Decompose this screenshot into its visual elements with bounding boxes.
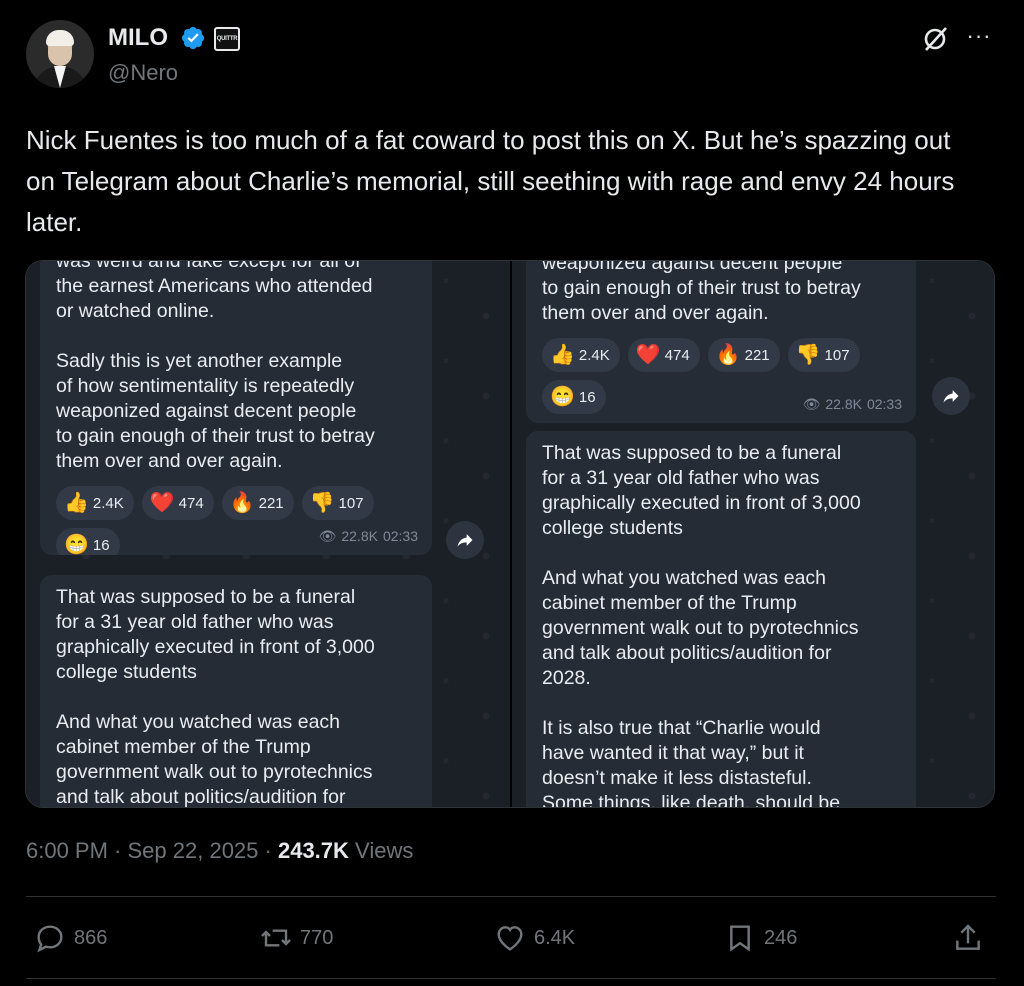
tweet-text: Nick Fuentes is too much of a fat coward… xyxy=(26,125,955,237)
message-time: 02:33 xyxy=(382,528,418,544)
views-label: Views xyxy=(355,838,414,863)
thumbs-down-icon: 👎 xyxy=(309,492,335,514)
reply-count: 866 xyxy=(74,926,108,949)
reaction-heart[interactable]: ❤️ 474 xyxy=(627,338,700,372)
affiliate-badge[interactable]: QUITTR xyxy=(214,27,240,51)
heart-icon: ❤️ xyxy=(149,492,175,514)
forward-arrow-icon xyxy=(457,534,473,547)
author-avatar[interactable] xyxy=(26,20,94,88)
repost-count: 770 xyxy=(300,926,334,949)
message-bubble: weaponized against decent people to gain… xyxy=(526,261,916,423)
grin-icon: 😁 xyxy=(550,386,575,408)
reply-button[interactable]: 866 xyxy=(34,922,107,954)
reaction-thumbs-down[interactable]: 👎 107 xyxy=(301,486,374,520)
forward-arrow-icon xyxy=(943,390,959,403)
fire-icon: 🔥 xyxy=(229,492,255,514)
reaction-fire[interactable]: 🔥 221 xyxy=(221,486,294,520)
repost-button[interactable]: 770 xyxy=(260,922,333,954)
tweet-media[interactable]: was weird and fake except for all of the… xyxy=(25,260,995,808)
eye-icon: 👁 xyxy=(802,396,821,412)
message-text: was weird and fake except for all of the… xyxy=(56,261,375,472)
view-count: 22.8K xyxy=(341,528,378,544)
grin-icon: 😁 xyxy=(64,534,89,555)
like-count: 6.4K xyxy=(534,926,576,949)
thumbs-up-icon: 👍 xyxy=(550,344,575,366)
grok-icon[interactable] xyxy=(920,24,950,54)
more-options-icon[interactable]: ··· xyxy=(964,24,994,54)
repost-icon xyxy=(261,929,291,947)
divider xyxy=(26,896,996,897)
forward-button[interactable] xyxy=(932,377,970,415)
bookmark-button[interactable]: 246 xyxy=(724,922,797,954)
eye-icon: 👁 xyxy=(318,528,337,544)
thumbs-down-icon: 👎 xyxy=(795,344,821,366)
message-text: That was supposed to be a funeral for a … xyxy=(542,442,861,808)
tweet-date[interactable]: Sep 22, 2025 xyxy=(128,838,259,863)
author-handle[interactable]: @Nero xyxy=(108,60,178,86)
forward-button[interactable] xyxy=(446,521,484,559)
views-count: 243.7K xyxy=(277,838,349,863)
reaction-thumbs-up[interactable]: 👍 2.4K xyxy=(542,338,620,372)
avatar-hair xyxy=(46,30,74,46)
message-meta: 👁 22.8K 02:33 xyxy=(319,524,418,549)
share-button[interactable] xyxy=(952,922,984,954)
divider xyxy=(26,978,996,979)
message-bubble: That was supposed to be a funeral for a … xyxy=(526,431,916,808)
telegram-screenshot-right: weaponized against decent people to gain… xyxy=(512,261,994,808)
message-meta: 👁 22.8K 02:33 xyxy=(803,392,902,417)
view-count: 22.8K xyxy=(825,396,862,412)
message-time: 02:33 xyxy=(866,396,902,412)
reaction-thumbs-down[interactable]: 👎 107 xyxy=(787,338,860,372)
message-text: weaponized against decent people to gain… xyxy=(542,261,861,324)
message-text: That was supposed to be a funeral for a … xyxy=(56,586,375,808)
fire-icon: 🔥 xyxy=(715,344,741,366)
tweet-timestamp[interactable]: 6:00 PM · Sep 22, 2025 · 243.7K Views xyxy=(26,838,413,864)
reply-icon xyxy=(37,925,63,953)
author-name[interactable]: MILO xyxy=(108,24,168,52)
tweet-time[interactable]: 6:00 PM xyxy=(26,838,108,863)
thumbs-up-icon: 👍 xyxy=(64,492,89,514)
telegram-screenshot-left: was weird and fake except for all of the… xyxy=(26,261,510,808)
bookmark-count: 246 xyxy=(764,926,798,949)
message-bubble: That was supposed to be a funeral for a … xyxy=(40,575,432,808)
heart-icon xyxy=(497,926,523,951)
reaction-grin[interactable]: 😁 16 xyxy=(542,380,606,414)
heart-icon: ❤️ xyxy=(635,344,661,366)
reaction-heart[interactable]: ❤️ 474 xyxy=(141,486,214,520)
message-bubble: was weird and fake except for all of the… xyxy=(40,261,432,555)
reaction-fire[interactable]: 🔥 221 xyxy=(707,338,780,372)
reaction-thumbs-up[interactable]: 👍 2.4K xyxy=(56,486,134,520)
like-button[interactable]: 6.4K xyxy=(494,922,575,954)
verified-badge-icon[interactable] xyxy=(180,25,206,51)
reaction-grin[interactable]: 😁 16 xyxy=(56,528,120,555)
bookmark-icon xyxy=(730,925,750,952)
share-icon xyxy=(956,924,980,950)
